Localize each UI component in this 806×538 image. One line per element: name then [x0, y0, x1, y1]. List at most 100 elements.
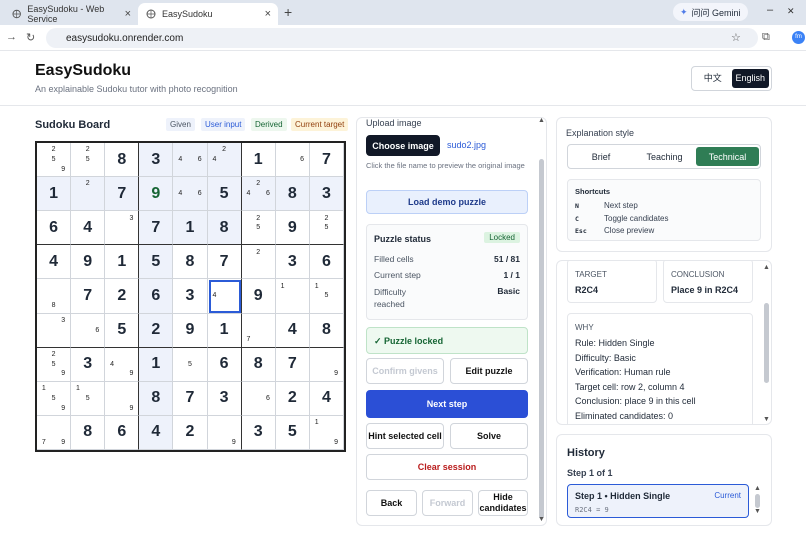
load-demo-button[interactable]: Load demo puzzle: [366, 190, 528, 214]
hide-candidates-button[interactable]: Hide candidates: [478, 490, 528, 516]
url-field[interactable]: easysudoku.onrender.com: [46, 28, 758, 48]
close-tab-icon[interactable]: ×: [265, 8, 271, 20]
scroll-down-icon[interactable]: ▼: [763, 416, 770, 423]
back-button[interactable]: Back: [366, 490, 417, 516]
sudoku-cell-r8c4[interactable]: 8: [139, 381, 174, 416]
sudoku-cell-r2c4[interactable]: 9: [139, 177, 174, 212]
sudoku-cell-r2c6[interactable]: 5: [207, 177, 242, 212]
sudoku-cell-r5c4[interactable]: 6: [139, 279, 174, 314]
scroll-thumb[interactable]: [539, 159, 544, 519]
sudoku-cell-r4c7[interactable]: 2: [241, 245, 276, 280]
profile-avatar[interactable]: fm: [792, 31, 805, 44]
sudoku-cell-r1c9[interactable]: 7: [309, 143, 344, 178]
sudoku-cell-r1c6[interactable]: 24: [207, 143, 242, 178]
sudoku-cell-r6c5[interactable]: 9: [173, 313, 208, 348]
sudoku-cell-r2c5[interactable]: 46: [173, 177, 208, 212]
sudoku-cell-r1c8[interactable]: 6: [275, 143, 310, 178]
sudoku-cell-r1c5[interactable]: 46: [173, 143, 208, 178]
sudoku-cell-r8c7[interactable]: 6: [241, 381, 276, 416]
sudoku-cell-r9c5[interactable]: 2: [173, 415, 208, 450]
sudoku-cell-r6c1[interactable]: 3: [37, 313, 72, 348]
sudoku-cell-r6c9[interactable]: 8: [309, 313, 344, 348]
back-arrow-icon[interactable]: →: [6, 31, 17, 43]
sudoku-cell-r7c9[interactable]: 9: [309, 347, 344, 382]
solve-button[interactable]: Solve: [450, 423, 528, 449]
tab-web-service[interactable]: EasySudoku - Web Service ×: [4, 3, 138, 25]
scroll-up-icon[interactable]: ▲: [538, 117, 545, 124]
style-brief[interactable]: Brief: [570, 147, 632, 166]
sudoku-cell-r5c5[interactable]: 3: [173, 279, 208, 314]
history-item[interactable]: Step 1 • Hidden Single Current R2C4 = 9: [567, 484, 749, 518]
sudoku-cell-r3c4[interactable]: 7: [139, 211, 174, 246]
sudoku-cell-r8c2[interactable]: 15: [71, 381, 106, 416]
sudoku-cell-r2c2[interactable]: 2: [71, 177, 106, 212]
sudoku-cell-r6c2[interactable]: 6: [71, 313, 106, 348]
sudoku-cell-r9c3[interactable]: 6: [105, 415, 140, 450]
reload-icon[interactable]: ↻: [26, 31, 35, 44]
sudoku-cell-r3c7[interactable]: 25: [241, 211, 276, 246]
sudoku-cell-r3c9[interactable]: 25: [309, 211, 344, 246]
sudoku-cell-r5c9[interactable]: 15: [309, 279, 344, 314]
sudoku-cell-r1c3[interactable]: 8: [105, 143, 140, 178]
close-window-icon[interactable]: ✕: [787, 6, 795, 17]
new-tab-icon[interactable]: +: [284, 4, 292, 20]
sudoku-cell-r7c6[interactable]: 6: [207, 347, 242, 382]
sudoku-cell-r4c4[interactable]: 5: [139, 245, 174, 280]
sudoku-cell-r7c1[interactable]: 259: [37, 347, 72, 382]
sudoku-cell-r5c7[interactable]: 9: [241, 279, 276, 314]
sudoku-cell-r1c4[interactable]: 3: [139, 143, 174, 178]
sudoku-cell-r8c6[interactable]: 3: [207, 381, 242, 416]
sudoku-cell-r9c7[interactable]: 3: [241, 415, 276, 450]
panel-scrollbar[interactable]: ▲ ▼: [538, 117, 546, 526]
sudoku-cell-r9c4[interactable]: 4: [139, 415, 174, 450]
sudoku-cell-r3c3[interactable]: 3: [105, 211, 140, 246]
sudoku-cell-r8c1[interactable]: 159: [37, 381, 72, 416]
style-teaching[interactable]: Teaching: [633, 147, 696, 166]
minimize-icon[interactable]: –: [767, 4, 773, 16]
sudoku-cell-r6c6[interactable]: 1: [207, 313, 242, 348]
sudoku-cell-r9c2[interactable]: 8: [71, 415, 106, 450]
sudoku-cell-r7c3[interactable]: 49: [105, 347, 140, 382]
sudoku-cell-r4c8[interactable]: 3: [275, 245, 310, 280]
sudoku-cell-r3c2[interactable]: 4: [71, 211, 106, 246]
sudoku-cell-r3c8[interactable]: 9: [275, 211, 310, 246]
scroll-down-icon[interactable]: ▼: [754, 508, 761, 515]
sudoku-cell-r8c3[interactable]: 9: [105, 381, 140, 416]
sudoku-cell-r7c5[interactable]: 5: [173, 347, 208, 382]
sudoku-cell-r3c6[interactable]: 8: [207, 211, 242, 246]
sudoku-cell-r7c8[interactable]: 7: [275, 347, 310, 382]
sudoku-cell-r4c3[interactable]: 1: [105, 245, 140, 280]
sudoku-cell-r5c8[interactable]: 1: [275, 279, 310, 314]
scroll-thumb[interactable]: [764, 303, 769, 383]
bookmark-star-icon[interactable]: ☆: [731, 31, 741, 44]
sudoku-cell-r7c7[interactable]: 8: [241, 347, 276, 382]
lang-en-button[interactable]: English: [731, 69, 769, 88]
scroll-thumb[interactable]: [755, 494, 760, 508]
sudoku-cell-r4c2[interactable]: 9: [71, 245, 106, 280]
sudoku-cell-r2c3[interactable]: 7: [105, 177, 140, 212]
sudoku-cell-r1c1[interactable]: 259: [37, 143, 72, 178]
sudoku-cell-r6c7[interactable]: 7: [241, 313, 276, 348]
lang-zh-button[interactable]: 中文: [694, 69, 732, 88]
sudoku-cell-r5c6[interactable]: 4: [207, 279, 242, 314]
sudoku-cell-r1c2[interactable]: 25: [71, 143, 106, 178]
gemini-button[interactable]: ✦ 问问 Gemini: [673, 3, 748, 21]
scroll-up-icon[interactable]: ▲: [754, 485, 761, 492]
sudoku-cell-r3c5[interactable]: 1: [173, 211, 208, 246]
scroll-up-icon[interactable]: ▲: [763, 264, 770, 271]
tab-easysudoku[interactable]: EasySudoku ×: [138, 3, 278, 25]
sudoku-cell-r9c8[interactable]: 5: [275, 415, 310, 450]
hint-cell-button[interactable]: Hint selected cell: [366, 423, 444, 449]
sudoku-cell-r7c4[interactable]: 1: [139, 347, 174, 382]
sudoku-cell-r4c1[interactable]: 4: [37, 245, 72, 280]
style-technical[interactable]: Technical: [696, 147, 759, 166]
sudoku-cell-r1c7[interactable]: 1: [241, 143, 276, 178]
sudoku-cell-r6c8[interactable]: 4: [275, 313, 310, 348]
sudoku-cell-r9c1[interactable]: 79: [37, 415, 72, 450]
next-step-button[interactable]: Next step: [366, 390, 528, 418]
sudoku-cell-r3c1[interactable]: 6: [37, 211, 72, 246]
sudoku-cell-r4c9[interactable]: 6: [309, 245, 344, 280]
sudoku-cell-r4c5[interactable]: 8: [173, 245, 208, 280]
sudoku-cell-r6c3[interactable]: 5: [105, 313, 140, 348]
sudoku-cell-r8c8[interactable]: 2: [275, 381, 310, 416]
